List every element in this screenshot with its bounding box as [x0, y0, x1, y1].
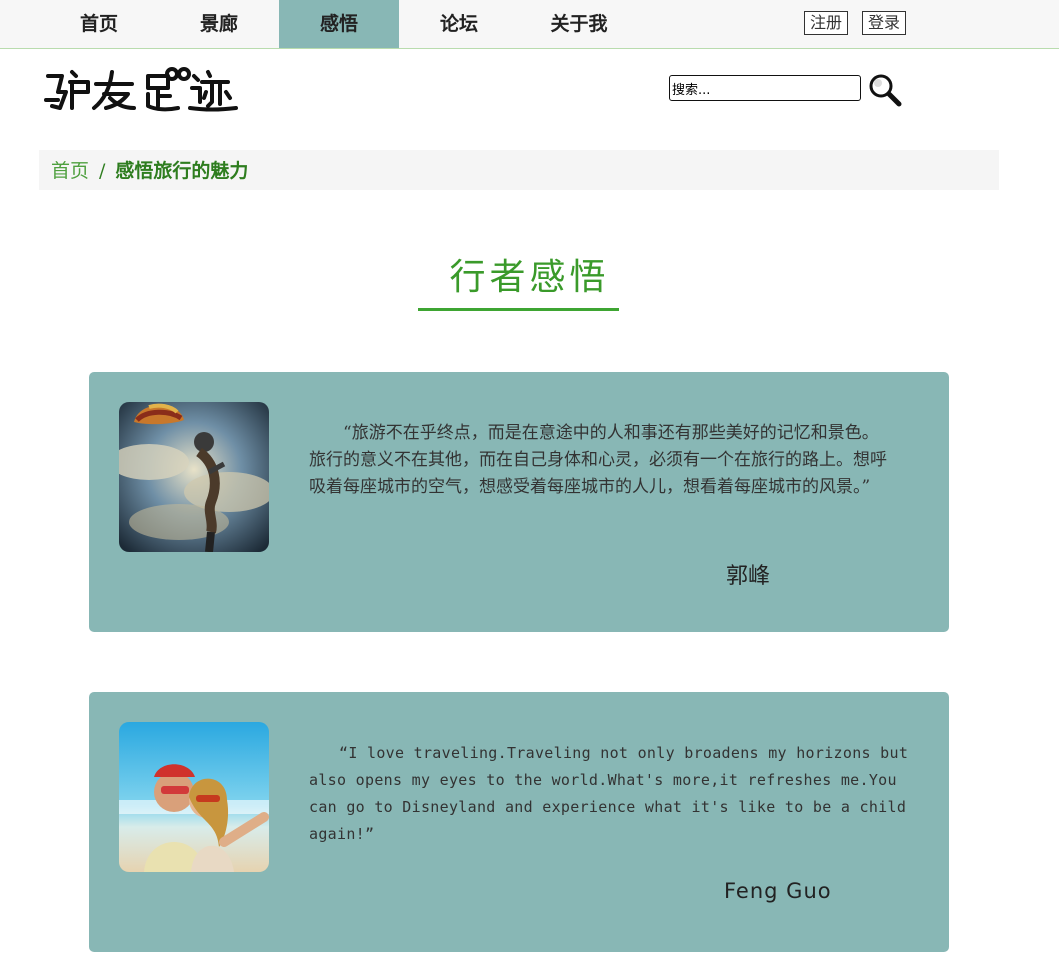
breadcrumb: 首页 / 感悟旅行的魅力 [39, 150, 999, 190]
breadcrumb-current: 感悟旅行的魅力 [115, 160, 249, 182]
search-icon[interactable] [868, 73, 902, 107]
quote-card: “旅游不在乎终点，而是在意途中的人和事还有那些美好的记忆和景色。旅行的意义不在其… [89, 372, 949, 632]
nav-item-home[interactable]: 首页 [39, 0, 159, 48]
title-underline [418, 308, 619, 311]
logo-wordmark [44, 67, 238, 112]
breadcrumb-separator: / [99, 160, 106, 182]
avatar [119, 722, 269, 872]
avatar [119, 402, 269, 552]
top-nav-bar: 首页 景廊 感悟 论坛 关于我 注册 登录 [0, 0, 1059, 49]
register-button[interactable]: 注册 [804, 11, 849, 35]
nav-item-forum[interactable]: 论坛 [399, 0, 519, 48]
quote-card: “I love traveling.Traveling not only bro… [89, 692, 949, 952]
site-logo[interactable] [44, 62, 244, 118]
login-button[interactable]: 登录 [862, 11, 907, 35]
search-input[interactable] [669, 75, 861, 101]
quote-author: 郭峰 [726, 564, 771, 589]
nav-item-gallery[interactable]: 景廊 [159, 0, 279, 48]
breadcrumb-home-link[interactable]: 首页 [51, 160, 89, 182]
quote-author: Feng Guo [724, 879, 832, 903]
nav-item-about[interactable]: 关于我 [519, 0, 639, 48]
quote-text: “旅游不在乎终点，而是在意途中的人和事还有那些美好的记忆和景色。旅行的意义不在其… [309, 423, 887, 497]
section-title: 行者感悟 [449, 257, 610, 298]
nav-item-insights[interactable]: 感悟 [279, 0, 399, 48]
quote-text: “I love traveling.Traveling not only bro… [309, 744, 909, 843]
